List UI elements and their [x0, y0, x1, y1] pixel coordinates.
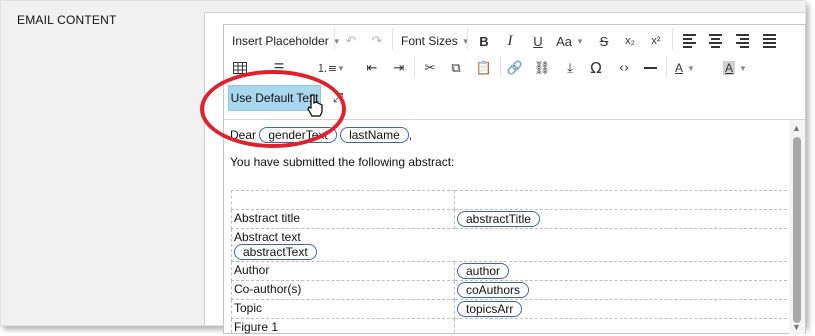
table-value-cell: coAuthors: [454, 280, 790, 300]
strikethrough-button[interactable]: S: [594, 28, 614, 54]
paste-icon[interactable]: 📋: [474, 55, 494, 81]
indent-icon[interactable]: ⇥: [389, 55, 409, 81]
table-value-cell: author: [454, 261, 790, 281]
chevron-down-icon: ▼: [687, 63, 695, 73]
insert-placeholder-dropdown[interactable]: Insert Placeholder ▼: [228, 28, 345, 54]
vertical-scrollbar[interactable]: ▲ ▼: [789, 120, 805, 334]
numbered-list-icon[interactable]: ⒈≡: [316, 55, 338, 81]
link-icon[interactable]: 🔗: [505, 55, 525, 81]
subscript-button[interactable]: x₂: [620, 28, 640, 54]
table-cell: [231, 190, 455, 210]
placeholder-author[interactable]: author: [457, 263, 510, 279]
justify-icon[interactable]: [759, 28, 779, 54]
font-sizes-dropdown[interactable]: Font Sizes ▼: [397, 28, 474, 54]
superscript-button[interactable]: x²: [646, 28, 666, 54]
divider: [414, 56, 415, 78]
table-value-cell: [454, 318, 790, 334]
table-row: [231, 190, 790, 210]
table-icon[interactable]: [230, 55, 250, 81]
divider: [672, 28, 673, 50]
table-row: Topic topicsArr: [231, 299, 790, 319]
bold-button[interactable]: B: [474, 28, 494, 54]
comma-text: ,: [408, 128, 413, 142]
placeholder-topics[interactable]: topicsArr: [457, 301, 523, 317]
fullscreen-icon[interactable]: ⤢: [328, 85, 348, 111]
case-label: Aa: [556, 33, 572, 49]
table-row: Co-author(s) coAuthors: [231, 280, 790, 300]
table-value-cell: topicsArr: [454, 299, 790, 319]
table-label-cell: Figure 1: [231, 318, 455, 334]
font-sizes-label: Font Sizes: [401, 34, 458, 48]
chevron-down-icon: ▼: [575, 36, 584, 46]
horizontal-line-icon[interactable]: [640, 55, 660, 81]
scroll-thumb[interactable]: [793, 137, 801, 323]
table-label-cell: Abstract title: [231, 209, 455, 229]
text-color-icon: A: [675, 61, 684, 75]
table-label-cell: Author: [231, 261, 455, 281]
table-cell: [454, 190, 790, 210]
change-case-button[interactable]: Aa ▼: [556, 28, 584, 54]
unlink-icon[interactable]: ⛓: [532, 55, 552, 81]
cut-icon[interactable]: ✂: [420, 55, 440, 81]
divider: [334, 28, 335, 50]
underline-button[interactable]: U: [528, 28, 548, 54]
copy-icon[interactable]: ⧉: [446, 55, 466, 81]
bullet-list-icon[interactable]: ☰: [268, 55, 290, 81]
chevron-down-icon: ▼: [461, 36, 470, 46]
table-row: Figure 1: [231, 318, 790, 334]
align-center-icon[interactable]: [705, 28, 725, 54]
chevron-down-icon[interactable]: ▼: [336, 55, 346, 81]
table-value-cell: abstractTitle: [454, 209, 790, 229]
divider: [500, 56, 501, 78]
divider: [467, 28, 468, 50]
table-row: Abstract title abstractTitle: [231, 209, 790, 229]
align-left-icon[interactable]: [679, 28, 699, 54]
outdent-icon[interactable]: ⇤: [362, 55, 382, 81]
insert-placeholder-label: Insert Placeholder: [232, 34, 329, 48]
scroll-down-icon[interactable]: ▼: [792, 322, 801, 332]
abstract-text-label: Abstract text: [234, 230, 301, 244]
placeholder-gender[interactable]: genderText: [259, 127, 337, 143]
hand-cursor-icon: [307, 94, 323, 117]
table-label-cell: Topic: [231, 299, 455, 319]
placeholder-lastname[interactable]: lastName: [340, 127, 409, 143]
background-color-button[interactable]: A ▼: [720, 55, 750, 81]
undo-icon[interactable]: ↶: [340, 28, 362, 54]
placeholder-coauthors[interactable]: coAuthors: [457, 282, 530, 298]
greeting-line: Dear genderText lastName,: [230, 127, 412, 143]
divider: [666, 56, 667, 78]
placeholder-abstract-text[interactable]: abstractText: [234, 244, 317, 260]
italic-button[interactable]: I: [500, 28, 520, 54]
background-color-icon: A: [723, 61, 736, 75]
chevron-down-icon: ▼: [739, 63, 747, 73]
placeholder-abstract-title[interactable]: abstractTitle: [457, 211, 540, 227]
divider: [392, 28, 393, 50]
rich-text-editor: Insert Placeholder ▼ ↶ ↷ Font Sizes ▼ B …: [223, 24, 806, 334]
table-label-cell: Abstract text abstractText: [231, 228, 790, 262]
greeting-text: Dear: [230, 128, 257, 142]
table-row: Author author: [231, 261, 790, 281]
table-row: Abstract text abstractText: [231, 228, 790, 262]
text-color-button[interactable]: A ▼: [672, 55, 698, 81]
special-character-icon[interactable]: Ω: [586, 55, 606, 81]
section-label: EMAIL CONTENT: [17, 13, 117, 27]
intro-text: You have submitted the following abstrac…: [230, 155, 455, 169]
insert-image-icon[interactable]: ⤓: [560, 55, 580, 81]
editor-content[interactable]: Dear genderText lastName, You have submi…: [224, 120, 790, 334]
abstract-table: Abstract title abstractTitle Abstract te…: [231, 190, 790, 334]
scroll-up-icon[interactable]: ▲: [792, 123, 801, 133]
redo-icon[interactable]: ↷: [366, 28, 388, 54]
align-right-icon[interactable]: [732, 28, 752, 54]
table-label-cell: Co-author(s): [231, 280, 455, 300]
source-code-icon[interactable]: ‹›: [614, 55, 634, 81]
